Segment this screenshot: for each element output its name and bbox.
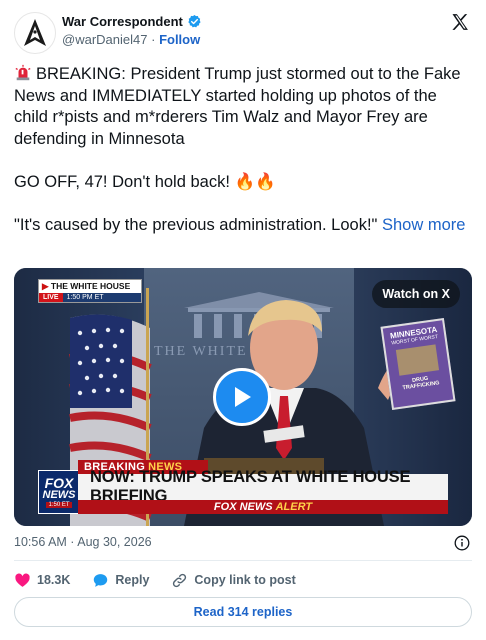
verified-badge-icon: [188, 14, 201, 28]
post-line-3: "It's caused by the previous administrat…: [14, 215, 378, 234]
live-badge: LIVE: [39, 293, 63, 302]
post-line-2: GO OFF, 47! Don't hold back! 🔥🔥: [14, 172, 276, 191]
link-icon: [173, 573, 187, 587]
fox-alert-bar: FOX NEWS ALERT: [78, 500, 448, 514]
x-logo-icon[interactable]: [450, 12, 470, 32]
sign-photo: [395, 344, 440, 376]
like-count: 18.3K: [37, 573, 71, 587]
post-paragraph-3: "It's caused by the previous administrat…: [14, 215, 474, 237]
copy-link-label: Copy link to post: [194, 573, 296, 587]
arrowhead-logo-icon: [24, 19, 46, 46]
fox-logo-line1: FOX: [44, 474, 74, 491]
post-paragraph-1: BREAKING: President Trump just stormed o…: [14, 64, 474, 150]
sign-crime: DRUG TRAFFICKING: [402, 375, 440, 392]
wh-badge-title-row: ▶ THE WHITE HOUSE: [39, 280, 141, 293]
play-icon: [235, 387, 251, 407]
reply-button[interactable]: Reply: [92, 572, 149, 589]
copy-link-button[interactable]: Copy link to post: [171, 572, 296, 589]
heart-icon: [15, 572, 30, 587]
fox-logo-line2: NEWS: [42, 488, 76, 501]
post-timestamp[interactable]: 10:56 AM · Aug 30, 2026: [14, 535, 152, 549]
read-replies-button[interactable]: Read 314 replies: [14, 597, 472, 627]
wh-live-row: LIVE 1:50 PM ET: [39, 293, 141, 302]
author-handle-row: @warDaniel47 · Follow: [62, 32, 200, 47]
alert-word: ALERT: [275, 501, 313, 513]
video-player[interactable]: THE WHITE HOUSE MINNESOTA WORST OF WORST…: [14, 268, 472, 526]
like-button[interactable]: 18.3K: [14, 572, 70, 589]
watch-on-x-button[interactable]: Watch on X: [372, 280, 460, 308]
play-button[interactable]: [213, 368, 271, 426]
divider: [14, 560, 472, 561]
play-arrow-icon: ▶: [42, 281, 49, 291]
minnesota-sign: MINNESOTA WORST OF WORST DRUG TRAFFICKIN…: [380, 317, 456, 411]
alert-brand: FOX NEWS: [213, 501, 273, 513]
post-line-1: BREAKING: President Trump just stormed o…: [14, 65, 461, 148]
show-more-link[interactable]: Show more: [382, 216, 465, 234]
author-name[interactable]: War Correspondent: [62, 14, 183, 29]
author-avatar[interactable]: [14, 12, 56, 54]
post-text: BREAKING: President Trump just stormed o…: [14, 64, 474, 236]
author-name-row: War Correspondent: [62, 14, 202, 29]
rotating-light-icon: [14, 64, 32, 82]
reply-label: Reply: [115, 573, 150, 587]
separator-dot: ·: [151, 32, 156, 47]
follow-link[interactable]: Follow: [159, 32, 200, 47]
fox-logo-time: 1:50 ET: [46, 501, 72, 508]
author-handle[interactable]: @warDaniel47: [62, 32, 147, 47]
wh-badge-title: THE WHITE HOUSE: [50, 281, 131, 291]
post-actions: 18.3K Reply Copy link to post: [14, 570, 318, 590]
fox-news-logo: FOX NEWS 1:50 ET: [38, 470, 80, 514]
headline-bar: NOW: TRUMP SPEAKS AT WHITE HOUSE BRIEFIN…: [78, 468, 448, 505]
info-icon[interactable]: [454, 535, 470, 551]
reply-bubble-icon: [94, 573, 108, 587]
white-house-live-badge: ▶ THE WHITE HOUSE LIVE 1:50 PM ET: [38, 279, 142, 303]
post-paragraph-2: GO OFF, 47! Don't hold back! 🔥🔥: [14, 172, 474, 194]
live-time: 1:50 PM ET: [66, 294, 104, 301]
embedded-post: War Correspondent @warDaniel47 · Follow …: [0, 0, 486, 640]
